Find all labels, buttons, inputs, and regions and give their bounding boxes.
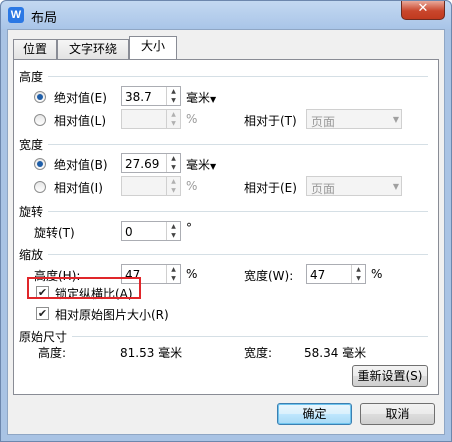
tab-text-wrap[interactable]: 文字环绕	[57, 39, 129, 59]
scale-width-percent: %	[371, 267, 383, 281]
width-absolute-input[interactable]: 27.69 ▲ ▼	[121, 153, 181, 173]
height-absolute-value: 38.7	[125, 90, 152, 104]
layout-dialog: W 布局 ✕ 位置 文字环绕 大小 高度 绝对值(E) 38.7 ▲ ▼ 毫米▼ …	[0, 0, 452, 442]
height-absolute-radio[interactable]	[34, 91, 46, 103]
tab-position[interactable]: 位置	[13, 39, 57, 59]
spin-arrows-icon[interactable]: ▲ ▼	[166, 110, 180, 128]
original-height-label: 高度:	[38, 346, 67, 360]
tab-size[interactable]: 大小	[129, 36, 177, 59]
dropdown-arrow-icon: ▼	[392, 115, 399, 124]
spin-arrows-icon[interactable]: ▲ ▼	[166, 87, 180, 105]
scale-height-percent: %	[186, 267, 198, 281]
divider	[48, 76, 428, 77]
dropdown-arrow-icon: ▼	[210, 95, 217, 104]
width-unit-dropdown[interactable]: 毫米▼	[186, 156, 216, 173]
size-tab-panel: 高度 绝对值(E) 38.7 ▲ ▼ 毫米▼ 相对值(L) ▲ ▼ % 相对于(T)…	[13, 59, 439, 395]
height-relative-radio[interactable]	[34, 114, 46, 126]
divider	[48, 254, 428, 255]
width-absolute-radio[interactable]	[34, 158, 46, 170]
spin-arrows-icon[interactable]: ▲ ▼	[351, 265, 365, 283]
original-height-value: 81.53 毫米	[120, 346, 183, 360]
width-absolute-label: 绝对值(B)	[54, 158, 108, 172]
original-width-value: 58.34 毫米	[304, 346, 367, 360]
height-relative-to-select[interactable]: 页面 ▼	[306, 109, 402, 129]
height-section-title: 高度	[19, 70, 44, 84]
rotate-value: 0	[125, 225, 133, 239]
degree-label: °	[186, 221, 192, 235]
original-width-label: 宽度:	[244, 346, 273, 360]
dialog-body: 位置 文字环绕 大小 高度 绝对值(E) 38.7 ▲ ▼ 毫米▼ 相对值(L) …	[7, 29, 445, 435]
width-percent-label: %	[186, 179, 198, 193]
height-relative-input[interactable]: ▲ ▼	[121, 109, 181, 129]
spin-arrows-icon[interactable]: ▲ ▼	[166, 154, 180, 172]
close-button[interactable]: ✕	[401, 1, 445, 20]
height-absolute-input[interactable]: 38.7 ▲ ▼	[121, 86, 181, 106]
height-unit-label: 毫米	[186, 91, 211, 105]
rotate-section-title: 旋转	[19, 205, 44, 219]
wps-writer-icon: W	[8, 7, 24, 23]
relative-original-size-checkbox[interactable]: ✔	[36, 307, 49, 320]
divider	[48, 211, 428, 212]
width-absolute-value: 27.69	[125, 157, 160, 171]
annotation-highlight-box	[27, 277, 141, 299]
dropdown-arrow-icon: ▼	[392, 182, 399, 191]
scale-width-label: 宽度(W):	[244, 269, 294, 283]
divider	[48, 144, 428, 145]
ok-button[interactable]: 确定	[277, 403, 352, 425]
rotate-input[interactable]: 0 ▲ ▼	[121, 221, 181, 241]
width-relative-to-select[interactable]: 页面 ▼	[306, 176, 402, 196]
dialog-title: 布局	[31, 11, 58, 26]
width-section-title: 宽度	[19, 138, 44, 152]
width-relative-input[interactable]: ▲ ▼	[121, 176, 181, 196]
scale-section-title: 缩放	[19, 248, 44, 262]
height-relative-to-value: 页面	[311, 115, 336, 129]
scale-width-value: 47	[310, 268, 326, 282]
spin-arrows-icon[interactable]: ▲ ▼	[166, 222, 180, 240]
height-relative-to-label: 相对于(T)	[244, 114, 297, 128]
dropdown-arrow-icon: ▼	[210, 162, 217, 171]
scale-width-input[interactable]: 47 ▲ ▼	[306, 264, 366, 284]
width-unit-label: 毫米	[186, 158, 211, 172]
width-relative-to-label: 相对于(E)	[244, 181, 297, 195]
rotate-label: 旋转(T)	[34, 226, 75, 240]
width-relative-to-value: 页面	[311, 182, 336, 196]
spin-arrows-icon[interactable]: ▲ ▼	[166, 265, 180, 283]
height-absolute-label: 绝对值(E)	[54, 91, 107, 105]
reset-button[interactable]: 重新设置(S)	[352, 365, 428, 387]
title-bar[interactable]: W 布局 ✕	[1, 1, 451, 29]
relative-original-size-label[interactable]: 相对原始图片大小(R)	[55, 306, 169, 323]
height-relative-label: 相对值(L)	[54, 114, 107, 128]
spin-arrows-icon[interactable]: ▲ ▼	[166, 177, 180, 195]
height-percent-label: %	[186, 112, 198, 126]
divider	[72, 336, 428, 337]
width-relative-radio[interactable]	[34, 181, 46, 193]
width-relative-label: 相对值(I)	[54, 181, 103, 195]
cancel-button[interactable]: 取消	[360, 403, 435, 425]
height-unit-dropdown[interactable]: 毫米▼	[186, 89, 216, 106]
original-size-section-title: 原始尺寸	[19, 330, 68, 344]
